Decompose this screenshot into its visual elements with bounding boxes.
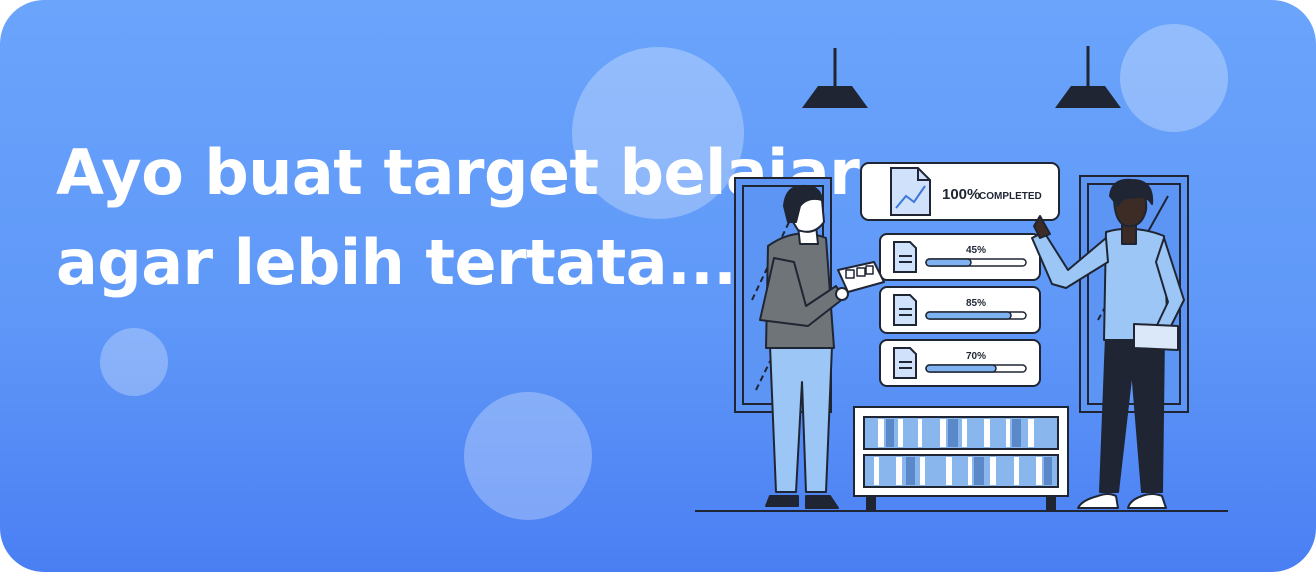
completed-percent: 100%: [942, 186, 980, 203]
progress-fill: [925, 311, 1012, 320]
promo-banner: Ayo buat target belajar agar lebih terta…: [0, 0, 1316, 572]
progress-fill: [925, 364, 997, 373]
progress-label: 45%: [966, 245, 986, 256]
progress-card: 70%: [879, 339, 1041, 387]
progress-label: 70%: [966, 351, 986, 362]
progress-fill: [925, 258, 972, 267]
ceiling-lamp-left: [802, 48, 868, 108]
progress-label: 85%: [966, 298, 986, 309]
progress-card: 85%: [879, 286, 1041, 334]
chart-document-icon: [890, 167, 931, 216]
progress-card: 45%: [879, 233, 1041, 281]
bookshelf: [853, 406, 1069, 510]
learning-progress-illustration: 100% COMPLETED 45% 85% 70%: [695, 46, 1228, 512]
ceiling-lamp-right: [1055, 46, 1121, 108]
completed-label: COMPLETED: [979, 191, 1042, 202]
completed-card: 100% COMPLETED: [860, 162, 1060, 221]
